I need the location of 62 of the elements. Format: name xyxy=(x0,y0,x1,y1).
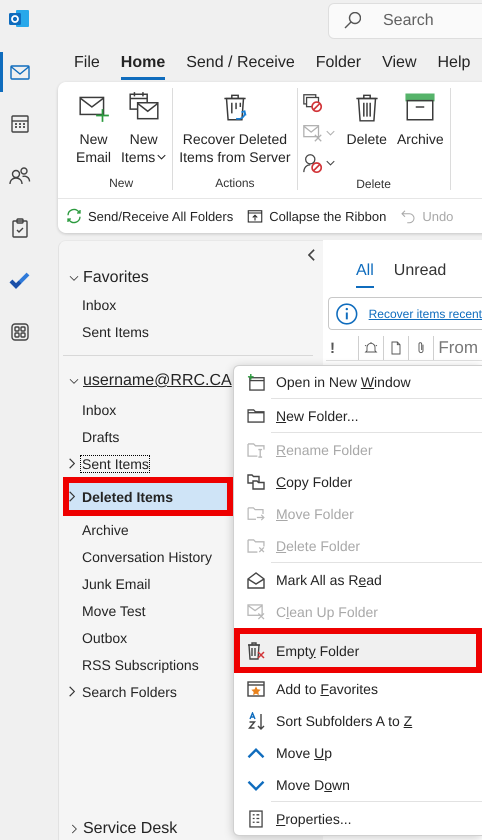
ribbon-button[interactable]: Delete xyxy=(344,88,389,148)
folder-item[interactable]: Sent Items xyxy=(63,318,317,345)
person-ban-icon xyxy=(302,152,324,174)
menu-item[interactable]: Empty Folder xyxy=(234,628,482,673)
menu-item[interactable]: Mark All as Read xyxy=(234,564,482,596)
menu-item[interactable]: Sort Subfolders A to Z xyxy=(234,705,482,737)
open-envelope-icon xyxy=(247,572,265,588)
group-label: Actions xyxy=(214,176,256,190)
column-header[interactable]: ! xyxy=(330,340,335,356)
two-folders-icon xyxy=(247,474,265,490)
folder-arrow-icon xyxy=(247,507,265,521)
toolbar-button[interactable]: Collapse the Ribbon xyxy=(246,207,386,225)
menu-item[interactable]: Properties... xyxy=(234,803,482,835)
filter-tab[interactable]: All xyxy=(356,262,374,288)
ribbon-tab[interactable]: View xyxy=(382,50,416,80)
sync-arrows-icon xyxy=(65,207,83,225)
caret-icon xyxy=(157,154,166,160)
folder-item[interactable]: Inbox xyxy=(63,291,317,318)
ribbon-tab[interactable]: Folder xyxy=(316,50,362,80)
filter-tab[interactable]: Unread xyxy=(394,262,446,288)
outlook-logo-icon xyxy=(9,10,29,26)
group-label: Delete xyxy=(355,177,392,191)
ribbon-tab[interactable]: Help xyxy=(438,50,470,80)
column-header[interactable]: From xyxy=(438,338,478,358)
menu-item[interactable]: Move Up xyxy=(234,737,482,769)
envelope-x-icon xyxy=(302,122,324,144)
folder-icon xyxy=(247,409,265,423)
caret-icon xyxy=(326,130,334,136)
envelope-x-icon xyxy=(247,604,265,620)
ribbon-button[interactable]: New Email xyxy=(74,88,114,166)
collapse-box-icon xyxy=(246,207,264,225)
star-box-icon xyxy=(247,681,265,697)
chevron-up-icon xyxy=(247,748,265,758)
trash-x-icon xyxy=(247,642,265,660)
ribbon-tab[interactable]: Send / Receive xyxy=(186,50,295,80)
caret-icon xyxy=(326,160,334,166)
collapse-pane-icon xyxy=(308,249,315,261)
folder-group-header[interactable]: Favorites xyxy=(63,265,323,291)
chevron-right-icon xyxy=(69,491,75,502)
ribbon-button[interactable]: New Items xyxy=(119,88,168,166)
toolbar-button[interactable]: Send/Receive All Folders xyxy=(65,207,234,225)
info-icon xyxy=(335,302,359,326)
menu-item[interactable]: Add to Favorites xyxy=(234,673,482,705)
folder-x-icon xyxy=(247,539,265,553)
chevron-right-icon xyxy=(69,686,75,697)
ribbon-button[interactable]: Archive xyxy=(394,88,446,148)
group-label: New xyxy=(108,176,134,190)
list-document-icon xyxy=(249,810,263,828)
menu-item[interactable]: New Folder... xyxy=(234,400,482,432)
search-field[interactable]: Search xyxy=(328,3,482,39)
envelope-ban-icon xyxy=(302,92,324,114)
menu-item[interactable]: Move Down xyxy=(234,769,482,801)
info-link[interactable]: Recover items recent xyxy=(368,306,482,320)
sort-down-icon xyxy=(248,712,264,730)
window-plus-icon xyxy=(247,373,265,391)
chevron-down-icon xyxy=(247,780,265,790)
search-icon xyxy=(344,12,361,29)
ribbon-tab[interactable]: File xyxy=(74,50,100,80)
menu-item[interactable]: Open in New Window xyxy=(234,366,482,398)
ribbon-button[interactable]: Recover Deleted Items from Server xyxy=(177,88,292,166)
chevron-right-icon xyxy=(69,458,75,469)
folder-cursor-icon xyxy=(247,442,265,458)
